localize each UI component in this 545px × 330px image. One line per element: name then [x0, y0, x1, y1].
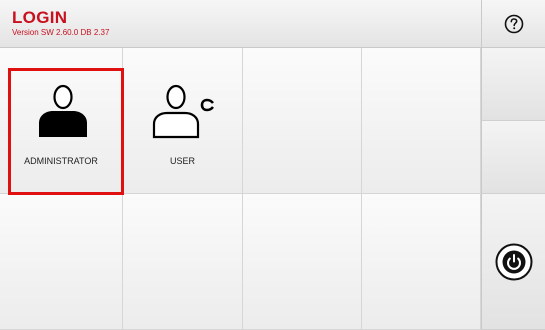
user-avatar-icon — [152, 84, 215, 139]
empty-tile — [123, 194, 243, 330]
user-tile-user[interactable]: USER — [123, 48, 243, 194]
side-panel-slot — [481, 48, 545, 121]
question-mark-icon — [504, 14, 524, 34]
empty-tile — [0, 194, 123, 330]
power-cell — [481, 194, 545, 330]
empty-tile — [243, 48, 362, 194]
version-info: Version SW 2.60.0 DB 2.37 — [12, 28, 110, 37]
help-button[interactable] — [481, 0, 545, 48]
side-panel-slot — [481, 121, 545, 194]
power-icon[interactable] — [495, 243, 533, 281]
empty-tile — [362, 48, 481, 194]
selection-highlight — [8, 68, 124, 195]
user-label-user: USER — [169, 156, 195, 166]
header-bar: LOGIN Version SW 2.60.0 DB 2.37 — [0, 0, 545, 48]
page-title: LOGIN — [12, 8, 68, 27]
empty-tile — [243, 194, 362, 330]
empty-tile — [362, 194, 481, 330]
